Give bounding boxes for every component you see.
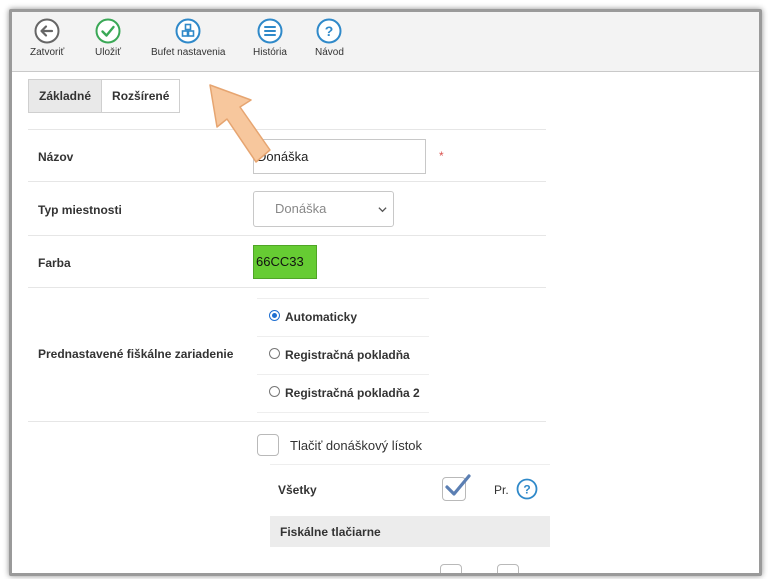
name-input[interactable]: Donáška — [253, 139, 426, 174]
question-icon: ? — [316, 18, 342, 44]
color-row: Farba 66CC33 — [28, 235, 546, 288]
color-swatch-input[interactable]: 66CC33 — [253, 245, 317, 279]
print-delivery-label: Tlačiť donáškový lístok — [290, 438, 423, 453]
name-row: Názov Donáška * — [28, 129, 546, 182]
required-mark: * — [439, 149, 444, 163]
history-button-label: História — [253, 47, 287, 58]
history-button[interactable]: História — [253, 18, 287, 58]
delivery-print-row: Tlačiť donáškový lístok Všetky Pr. ? Fis… — [28, 421, 550, 573]
svg-text:?: ? — [523, 483, 530, 497]
all-label: Všetky — [278, 483, 317, 497]
pointer-arrow-icon — [209, 84, 271, 163]
fiscal-option-register[interactable]: Registračná pokladňa — [257, 336, 429, 374]
save-button[interactable]: Uložiť — [95, 18, 121, 58]
pr-label: Pr. — [494, 483, 509, 497]
app-window: Zatvoriť Uložiť Bufet nastavenia Históri… — [9, 9, 762, 576]
svg-text:?: ? — [325, 23, 334, 39]
printer-pr-checkbox[interactable] — [497, 564, 519, 573]
checkmark-icon — [445, 474, 471, 496]
printers-all-row: Všetky Pr. ? — [270, 464, 550, 515]
grid-icon — [175, 18, 201, 44]
menu-lines-icon — [257, 18, 283, 44]
fiscal-option-label: Automaticky — [285, 310, 358, 324]
fiscal-printers-header: Fiskálne tlačiarne — [270, 516, 550, 547]
radio-unselected[interactable] — [269, 386, 280, 397]
chevron-down-icon — [378, 207, 387, 213]
toolbar: Zatvoriť Uložiť Bufet nastavenia Históri… — [12, 12, 759, 72]
fiscal-device-row: Prednastavené fiškálne zariadenie Automa… — [28, 287, 546, 422]
close-button[interactable]: Zatvoriť — [30, 18, 64, 58]
room-type-row: Typ miestnosti Donáška — [28, 181, 546, 236]
tab-advanced[interactable]: Rozšírené — [102, 79, 181, 113]
color-label: Farba — [38, 256, 71, 270]
fiscal-option-label: Registračná pokladňa 2 — [285, 386, 420, 400]
fiscal-option-label: Registračná pokladňa — [285, 348, 410, 362]
room-type-value: Donáška — [275, 201, 327, 216]
all-checkbox[interactable] — [442, 474, 471, 501]
name-label: Názov — [38, 150, 74, 164]
printer-checkbox[interactable] — [440, 564, 462, 573]
save-button-label: Uložiť — [95, 47, 121, 58]
fiscal-option-register-2[interactable]: Registračná pokladňa 2 — [257, 374, 429, 413]
fiscal-printers-label: Fiskálne tlačiarne — [280, 525, 381, 539]
question-icon[interactable]: ? — [516, 478, 538, 500]
radio-selected[interactable] — [269, 310, 280, 321]
radio-unselected[interactable] — [269, 348, 280, 359]
buffet-settings-button[interactable]: Bufet nastavenia — [151, 18, 226, 58]
fiscal-option-automatic[interactable]: Automaticky — [257, 298, 429, 336]
fiscal-radio-group: Automaticky Registračná pokladňa Registr… — [257, 298, 429, 413]
buffet-settings-label: Bufet nastavenia — [151, 47, 226, 58]
back-arrow-icon — [34, 18, 60, 44]
tab-basic[interactable]: Základné — [28, 79, 103, 113]
check-circle-icon — [95, 18, 121, 44]
tab-bar: Základné Rozšírené — [28, 79, 181, 113]
help-button[interactable]: ? Návod — [315, 18, 344, 58]
close-button-label: Zatvoriť — [30, 47, 65, 58]
print-delivery-checkbox[interactable] — [257, 434, 279, 456]
room-type-select[interactable]: Donáška — [253, 191, 394, 227]
help-button-label: Návod — [315, 47, 344, 58]
room-type-label: Typ miestnosti — [38, 203, 122, 217]
fiscal-device-label: Prednastavené fiškálne zariadenie — [38, 347, 234, 361]
